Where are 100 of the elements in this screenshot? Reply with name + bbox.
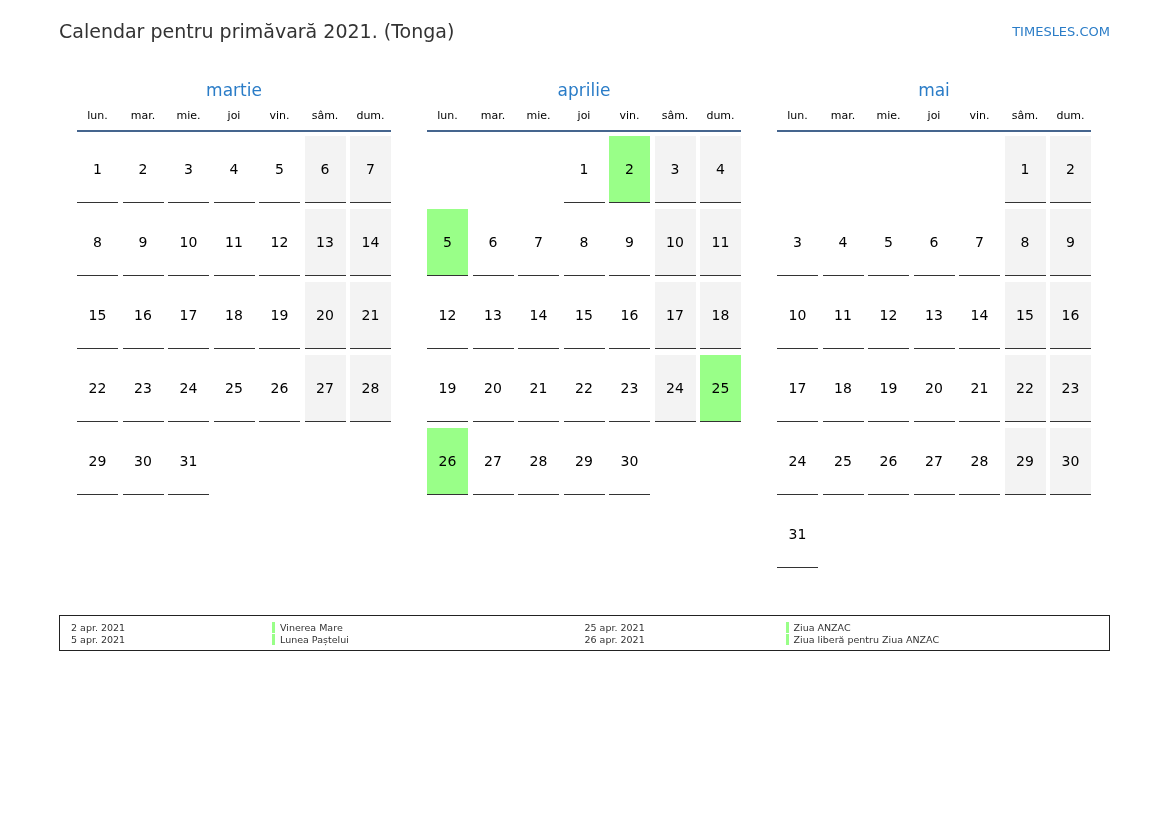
day-cell: 6 [913,209,955,276]
day-cell: 19 [427,355,468,422]
day-cell: 29 [563,428,605,495]
day-cell: 7 [350,136,391,203]
day-cell: 31 [168,428,209,495]
day-cell: 8 [1004,209,1046,276]
day-cell: 4 [822,209,864,276]
day-cell: 24 [777,428,818,495]
day-cell: 11 [700,209,741,276]
weekday-label: joi [926,109,942,122]
weekday-label: lun. [786,109,809,122]
day-cell: 13 [304,209,346,276]
day-cell: 10 [654,209,696,276]
day-cell: 14 [959,282,1000,349]
weekday-label: sâm. [660,109,690,122]
day-cell: 18 [213,282,255,349]
day-cell: 15 [1004,282,1046,349]
day-cell: 26 [259,355,300,422]
day-cell: 20 [304,282,346,349]
weekday-label: joi [576,109,592,122]
day-cell: 18 [700,282,741,349]
day-cell: 5 [259,136,300,203]
month-title: mai [917,79,951,101]
holiday-date: 5 apr. 2021 [71,633,127,645]
day-cell: 6 [304,136,346,203]
day-cell: 3 [654,136,696,203]
day-cell: 12 [427,282,468,349]
site-link[interactable]: TIMESLES.COM [1012,23,1110,39]
day-cell: 22 [1004,355,1046,422]
weekday-label: vin. [968,109,991,122]
day-cell: 30 [122,428,164,495]
day-cell: 19 [868,355,909,422]
holiday-date: 25 apr. 2021 [584,621,646,633]
day-cell: 11 [213,209,255,276]
day-cell: 22 [563,355,605,422]
day-cell: 26 [868,428,909,495]
day-cell: 17 [777,355,818,422]
day-cell: 31 [777,501,818,568]
month-title: aprilie [556,79,612,101]
day-cell: 2 [1050,136,1091,203]
day-cell: 6 [472,209,514,276]
day-cell: 13 [472,282,514,349]
day-cell: 12 [868,282,909,349]
weekday-label: joi [226,109,242,122]
day-cell: 7 [959,209,1000,276]
weekday-label: sâm. [310,109,340,122]
day-cell: 5 [427,209,468,276]
holiday-name: Lunea Paștelui [280,633,349,645]
day-cell: 1 [1004,136,1046,203]
day-cell: 10 [777,282,818,349]
day-cell: 14 [350,209,391,276]
day-cell: 2 [609,136,650,203]
day-cell: 16 [609,282,650,349]
day-cell: 23 [1050,355,1091,422]
day-cell: 26 [427,428,468,495]
day-cell: 28 [518,428,559,495]
day-cell: 16 [1050,282,1091,349]
day-cell: 4 [213,136,255,203]
weekday-label: mar. [129,109,157,122]
day-cell: 1 [77,136,118,203]
day-cell: 24 [654,355,696,422]
weekday-label: vin. [618,109,641,122]
day-cell: 22 [77,355,118,422]
holiday-name: Ziua liberă pentru Ziua ANZAC [793,633,940,645]
weekday-label: mie. [525,109,552,122]
day-cell: 28 [959,428,1000,495]
day-cell: 25 [700,355,741,422]
day-cell: 14 [518,282,559,349]
day-cell: 3 [777,209,818,276]
day-cell: 16 [122,282,164,349]
day-cell: 17 [654,282,696,349]
weekday-label: lun. [86,109,109,122]
day-cell: 15 [563,282,605,349]
day-cell: 12 [259,209,300,276]
day-cell: 21 [959,355,1000,422]
day-cell: 29 [1004,428,1046,495]
day-cell: 13 [913,282,955,349]
holiday-name: Ziua ANZAC [793,621,851,633]
day-cell: 2 [122,136,164,203]
day-cell: 5 [868,209,909,276]
day-cell: 4 [700,136,741,203]
weekday-label: dum. [355,109,386,122]
page-title: Calendar pentru primăvară 2021. (Tonga) [59,20,455,42]
day-cell: 29 [77,428,118,495]
day-cell: 23 [122,355,164,422]
weekday-label: mar. [479,109,507,122]
day-cell: 17 [168,282,209,349]
weekday-label: lun. [436,109,459,122]
holiday-date: 2 apr. 2021 [71,621,127,633]
day-cell: 27 [913,428,955,495]
weekday-label: dum. [705,109,736,122]
weekday-label: vin. [268,109,291,122]
day-cell: 27 [304,355,346,422]
day-cell: 21 [350,282,391,349]
day-cell: 28 [350,355,391,422]
day-cell: 21 [518,355,559,422]
day-cell: 9 [609,209,650,276]
day-cell: 27 [472,428,514,495]
day-cell: 7 [518,209,559,276]
day-cell: 30 [1050,428,1091,495]
